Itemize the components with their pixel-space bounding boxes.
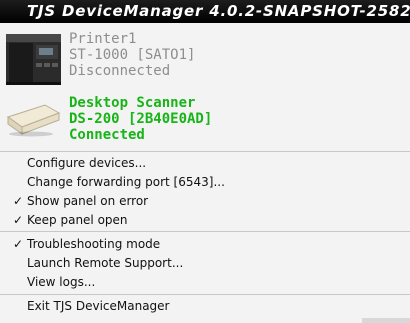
checkmark-icon: ✓ [13,213,24,227]
device-status: Connected [69,127,145,143]
menu-group-settings: Configure devices... Change forwarding p… [0,154,410,230]
menu-item-troubleshooting-mode[interactable]: ✓ Troubleshooting mode [0,235,410,254]
device-name: Printer1 [69,31,137,47]
menu-item-change-forwarding-port[interactable]: Change forwarding port [6543]... [0,173,410,192]
separator [0,231,410,232]
app-title-bar: TJS DeviceManager 4.0.2-SNAPSHOT-25826 [0,0,410,23]
menu-item-exit[interactable]: Exit TJS DeviceManager [0,297,410,316]
device-printer1[interactable]: Printer1 ST-1000 [SATO1] Disconnected [0,31,410,91]
device-name: Desktop Scanner [69,95,196,111]
device-model: ST-1000 [SATO1] [69,47,196,63]
menu-item-configure-devices[interactable]: Configure devices... [0,154,410,173]
menu-group-support: ✓ Troubleshooting mode Launch Remote Sup… [0,235,410,292]
device-desktop-scanner[interactable]: Desktop Scanner DS-200 [2B40E0AD] Connec… [0,95,410,155]
device-model: DS-200 [2B40E0AD] [69,111,213,127]
separator [0,294,410,295]
label-printer-icon [5,28,63,90]
checkmark-icon: ✓ [13,194,24,208]
panel-edge [362,318,410,323]
menu-item-view-logs[interactable]: View logs... [0,273,410,292]
app-title: TJS DeviceManager 4.0.2-SNAPSHOT-25826 [27,2,410,20]
desktop-scanner-icon [5,103,61,141]
checkmark-icon: ✓ [13,237,24,251]
menu-group-exit: Exit TJS DeviceManager [0,297,410,316]
menu-item-launch-remote-support[interactable]: Launch Remote Support... [0,254,410,273]
separator [0,151,410,152]
menu-item-show-panel-on-error[interactable]: ✓ Show panel on error [0,192,410,211]
menu-item-keep-panel-open[interactable]: ✓ Keep panel open [0,211,410,230]
device-status: Disconnected [69,63,171,79]
